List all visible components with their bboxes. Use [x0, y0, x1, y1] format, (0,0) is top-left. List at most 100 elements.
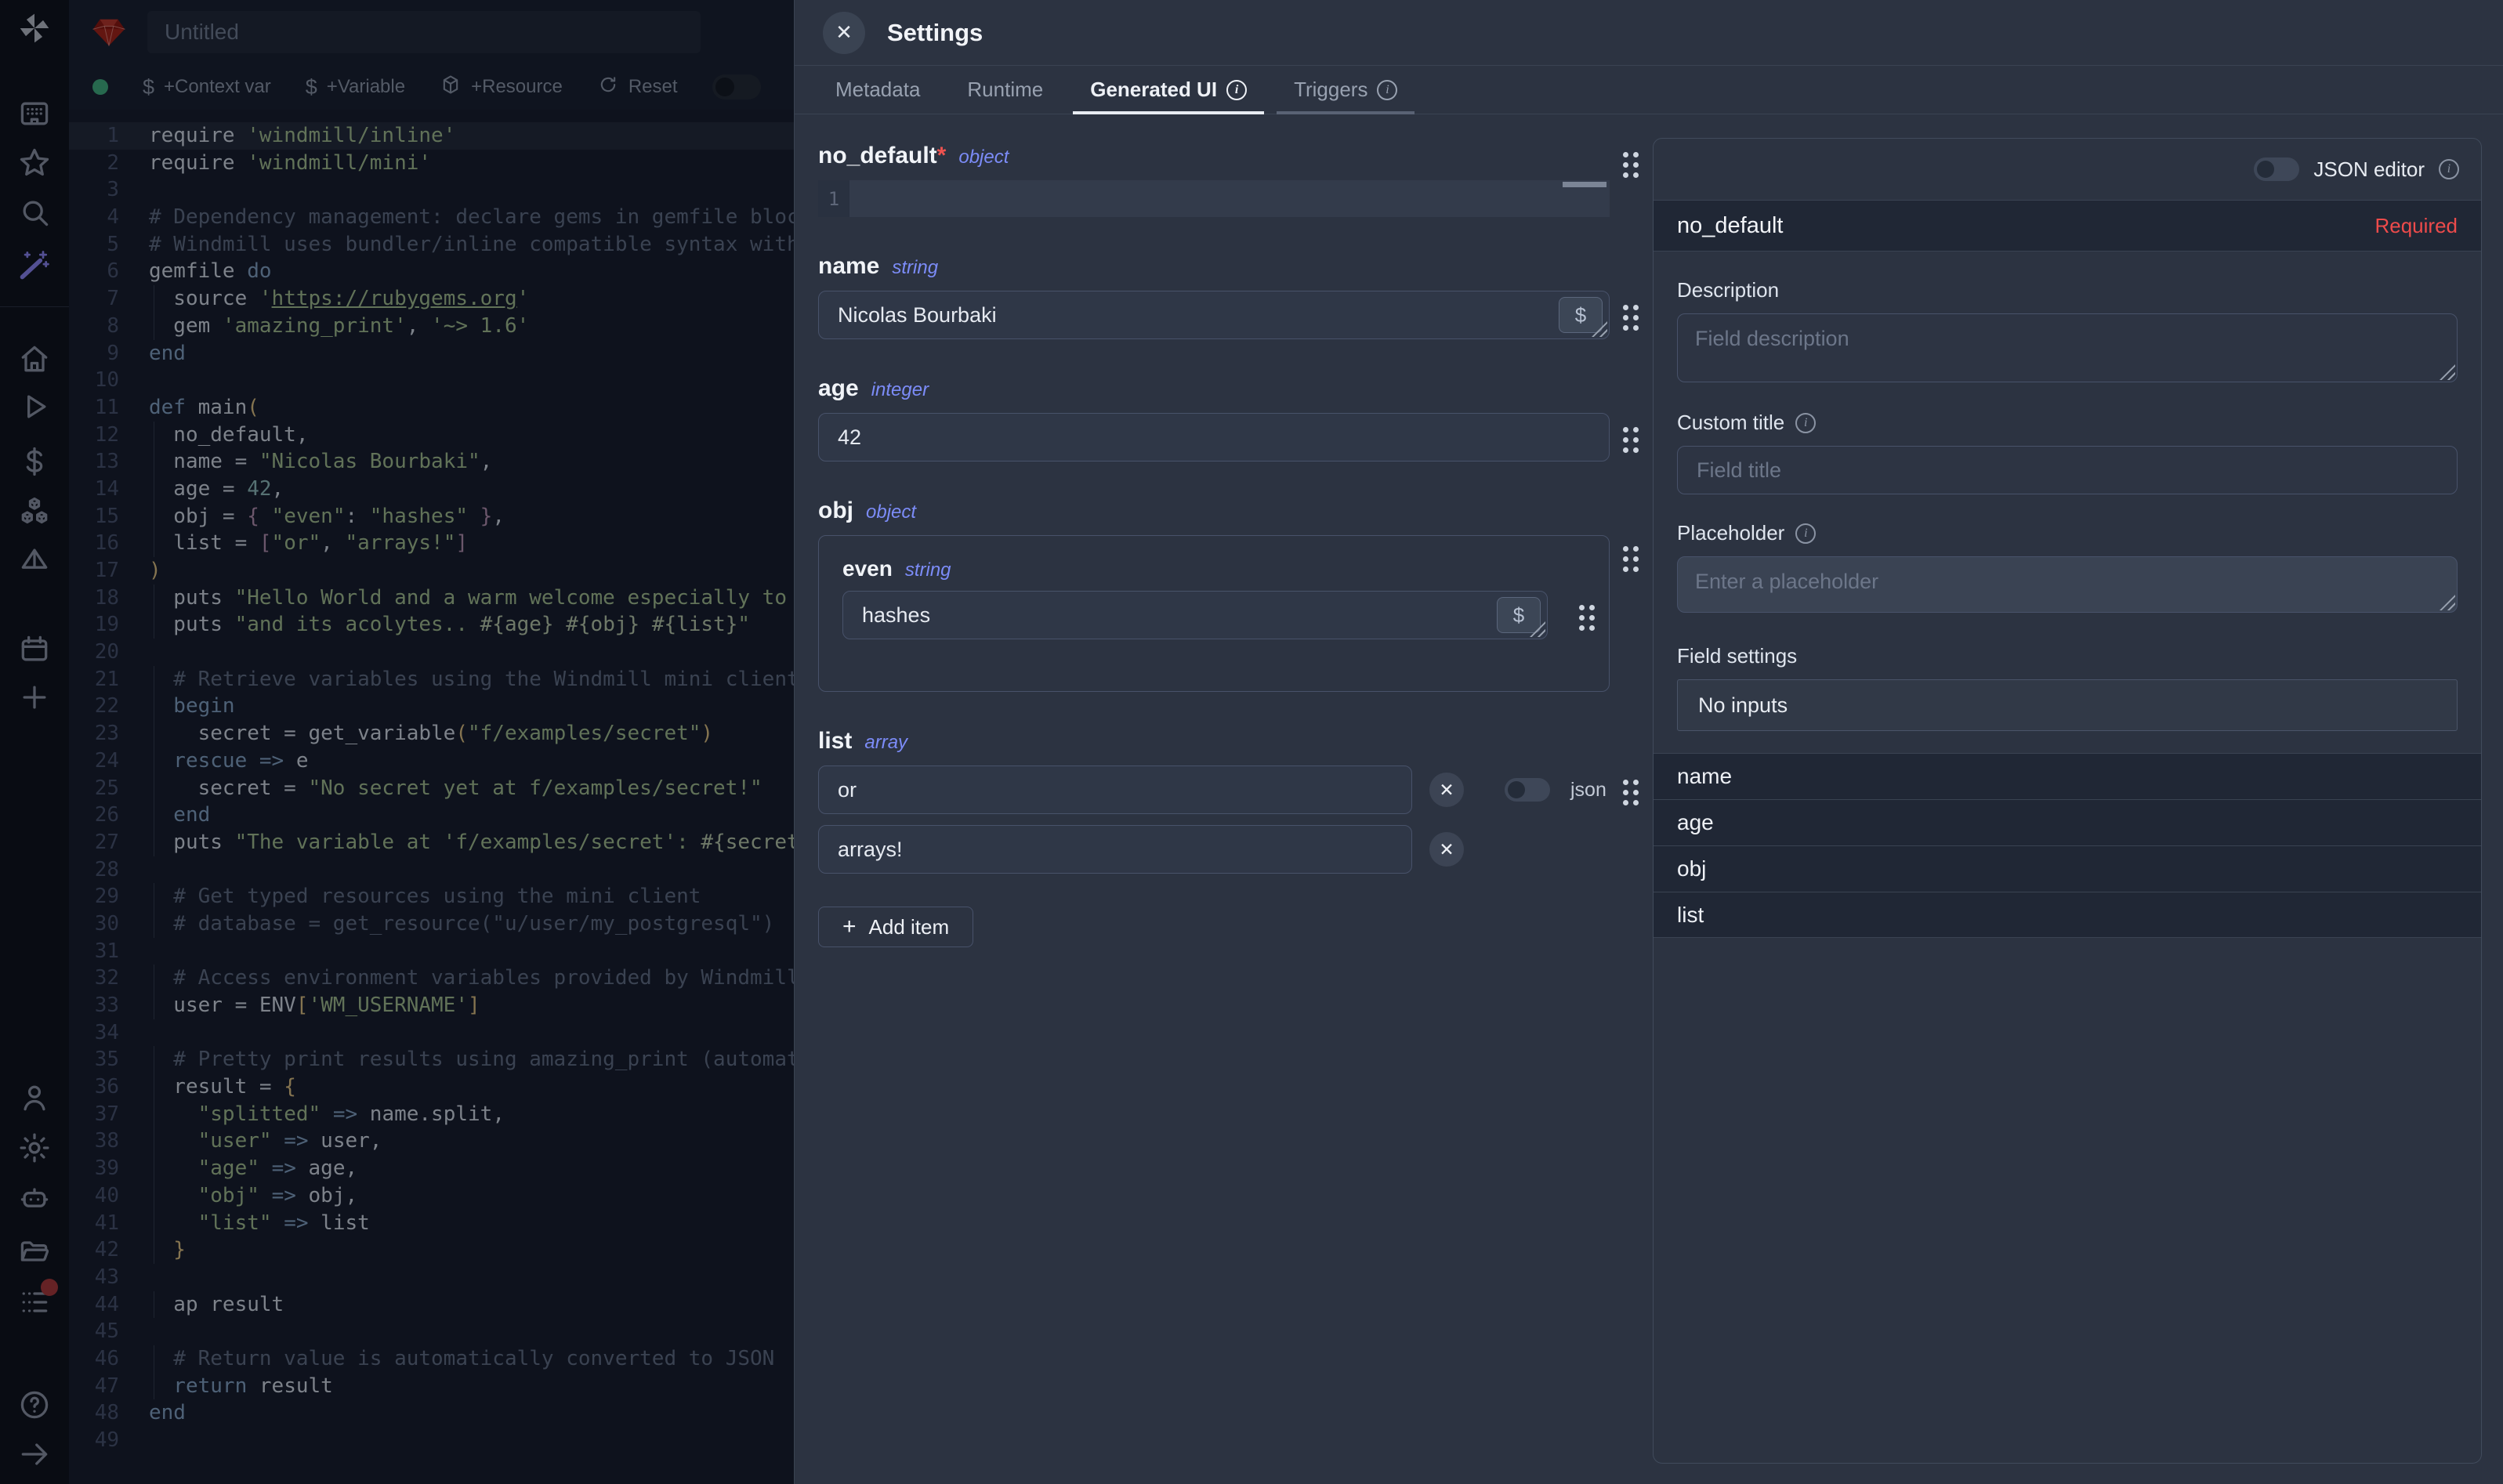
reset-button[interactable]: Reset — [597, 74, 678, 101]
json-toggle-label: json — [1570, 779, 1606, 802]
sidebar-runs-icon[interactable] — [17, 389, 52, 424]
windmill-logo-icon[interactable] — [17, 11, 52, 45]
list-item-input[interactable]: or — [818, 766, 1412, 814]
tab-triggers[interactable]: Triggers i — [1277, 66, 1415, 114]
sidebar-help-icon[interactable] — [17, 1388, 52, 1422]
code-text: ap result — [119, 1291, 794, 1319]
description-label: Description — [1677, 278, 2458, 302]
drag-handle-icon[interactable] — [1579, 605, 1595, 631]
description-textarea[interactable]: Field description — [1677, 313, 2458, 382]
code-text: "obj" => obj, — [119, 1182, 794, 1210]
code-text: user = ENV['WM_USERNAME'] — [119, 992, 794, 1019]
code-text: gem 'amazing_print', '~> 1.6' — [119, 313, 794, 340]
sidebar-collapse-icon[interactable] — [17, 1437, 52, 1471]
json-editor-toggle[interactable] — [2254, 157, 2299, 181]
windmill-app: Untitled $ +Context var $ +Variable +Res… — [0, 0, 2503, 1484]
field-settings-label: Field settings — [1677, 644, 2458, 668]
panel-field-row-list[interactable]: list — [1654, 892, 2481, 938]
even-input[interactable]: hashes $ — [842, 591, 1548, 639]
panel-field-row-name[interactable]: name — [1654, 753, 2481, 799]
drag-handle-icon[interactable] — [1623, 305, 1639, 331]
add-context-var-button[interactable]: $ +Context var — [143, 75, 271, 100]
field-label: age — [818, 375, 859, 402]
line-number: 35 — [69, 1046, 119, 1073]
code-line: 28 — [69, 856, 794, 884]
line-number: 12 — [69, 422, 119, 449]
sidebar-variables-icon[interactable] — [17, 444, 52, 479]
code-line: 37 "splitted" => name.split, — [69, 1101, 794, 1128]
panel-body: Description Field description Custom tit… — [1654, 252, 2481, 731]
tab-generated-ui[interactable]: Generated UI i — [1073, 66, 1264, 114]
list-item-row: arrays! ✕ — [818, 825, 1610, 874]
script-title-input[interactable]: Untitled — [147, 11, 701, 53]
field-label: name — [818, 253, 879, 280]
sidebar-settings-icon[interactable] — [17, 1131, 52, 1165]
insert-variable-button[interactable]: $ — [1497, 597, 1541, 633]
code-line: 8 gem 'amazing_print', '~> 1.6' — [69, 313, 794, 340]
line-number: 40 — [69, 1182, 119, 1210]
field-type: object — [958, 147, 1009, 168]
code-line: 46 # Return value is automatically conve… — [69, 1345, 794, 1373]
sidebar-ai-wand-icon[interactable] — [17, 248, 52, 282]
panel-field-row-obj[interactable]: obj — [1654, 845, 2481, 892]
resize-handle[interactable] — [2440, 595, 2455, 610]
code-editor[interactable]: 1require 'windmill/inline'2require 'wind… — [69, 110, 794, 1484]
code-line: 10 — [69, 367, 794, 394]
code-text — [119, 176, 794, 204]
sidebar-home-icon[interactable] — [17, 342, 52, 376]
placeholder-textarea[interactable]: Enter a placeholder — [1677, 556, 2458, 613]
add-resource-button[interactable]: +Resource — [440, 74, 563, 101]
selected-field-row[interactable]: no_default Required — [1654, 200, 2481, 252]
code-line: 39 "age" => age, — [69, 1155, 794, 1182]
sidebar-folders-icon[interactable] — [17, 1234, 52, 1269]
sidebar-search-icon[interactable] — [17, 195, 52, 230]
sidebar-workspace-icon[interactable] — [17, 96, 52, 131]
code-text: end — [119, 1399, 794, 1427]
custom-title-input[interactable]: Field title — [1677, 446, 2458, 494]
json-mode-toggle[interactable] — [1505, 778, 1550, 802]
sidebar-resources-icon[interactable] — [17, 495, 52, 530]
age-input[interactable]: 42 — [818, 413, 1610, 461]
sidebar-add-icon[interactable] — [17, 680, 52, 715]
sidebar-workers-icon[interactable] — [17, 1182, 52, 1216]
panel-field-row-age[interactable]: age — [1654, 799, 2481, 845]
resize-handle[interactable] — [2440, 364, 2455, 380]
line-number: 22 — [69, 693, 119, 720]
line-number: 29 — [69, 883, 119, 910]
code-line: 4# Dependency management: declare gems i… — [69, 204, 794, 231]
drawer-title: Settings — [887, 19, 983, 47]
sidebar-audit-logs-icon[interactable] — [17, 1285, 52, 1319]
add-variable-button[interactable]: $ +Variable — [306, 75, 405, 100]
scrollbar-thumb[interactable] — [1563, 182, 1606, 187]
close-icon[interactable]: ✕ — [823, 12, 865, 54]
insert-variable-button[interactable]: $ — [1559, 297, 1603, 333]
code-text: # Pretty print results using amazing_pri… — [119, 1046, 794, 1073]
drag-handle-icon[interactable] — [1623, 780, 1639, 805]
code-line: 24 rescue => e — [69, 747, 794, 775]
tab-metadata[interactable]: Metadata — [818, 66, 937, 114]
drag-handle-icon[interactable] — [1623, 152, 1639, 178]
json-mini-editor[interactable]: 1 — [818, 180, 1610, 217]
add-item-button[interactable]: + Add item — [818, 907, 973, 947]
drag-handle-icon[interactable] — [1623, 546, 1639, 572]
tab-runtime[interactable]: Runtime — [950, 66, 1060, 114]
line-number: 32 — [69, 965, 119, 992]
code-line: 1require 'windmill/inline' — [69, 122, 794, 150]
remove-item-icon[interactable]: ✕ — [1429, 832, 1464, 867]
sidebar-user-icon[interactable] — [17, 1080, 52, 1115]
line-number: 11 — [69, 394, 119, 422]
editor-toggle[interactable] — [712, 74, 761, 100]
line-number: 20 — [69, 639, 119, 666]
name-input[interactable]: Nicolas Bourbaki $ — [818, 291, 1610, 339]
sidebar-triggers-icon[interactable] — [17, 543, 52, 577]
sidebar-favorites-icon[interactable] — [17, 146, 52, 180]
code-text: puts "and its acolytes.. #{age} #{obj} #… — [119, 611, 794, 639]
line-number: 25 — [69, 775, 119, 802]
sidebar-schedules-icon[interactable] — [17, 632, 52, 667]
code-line: 17) — [69, 557, 794, 585]
drag-handle-icon[interactable] — [1623, 427, 1639, 453]
remove-item-icon[interactable]: ✕ — [1429, 773, 1464, 807]
list-item-input[interactable]: arrays! — [818, 825, 1412, 874]
code-line: 30 # database = get_resource("u/user/my_… — [69, 910, 794, 938]
code-text — [119, 367, 794, 394]
